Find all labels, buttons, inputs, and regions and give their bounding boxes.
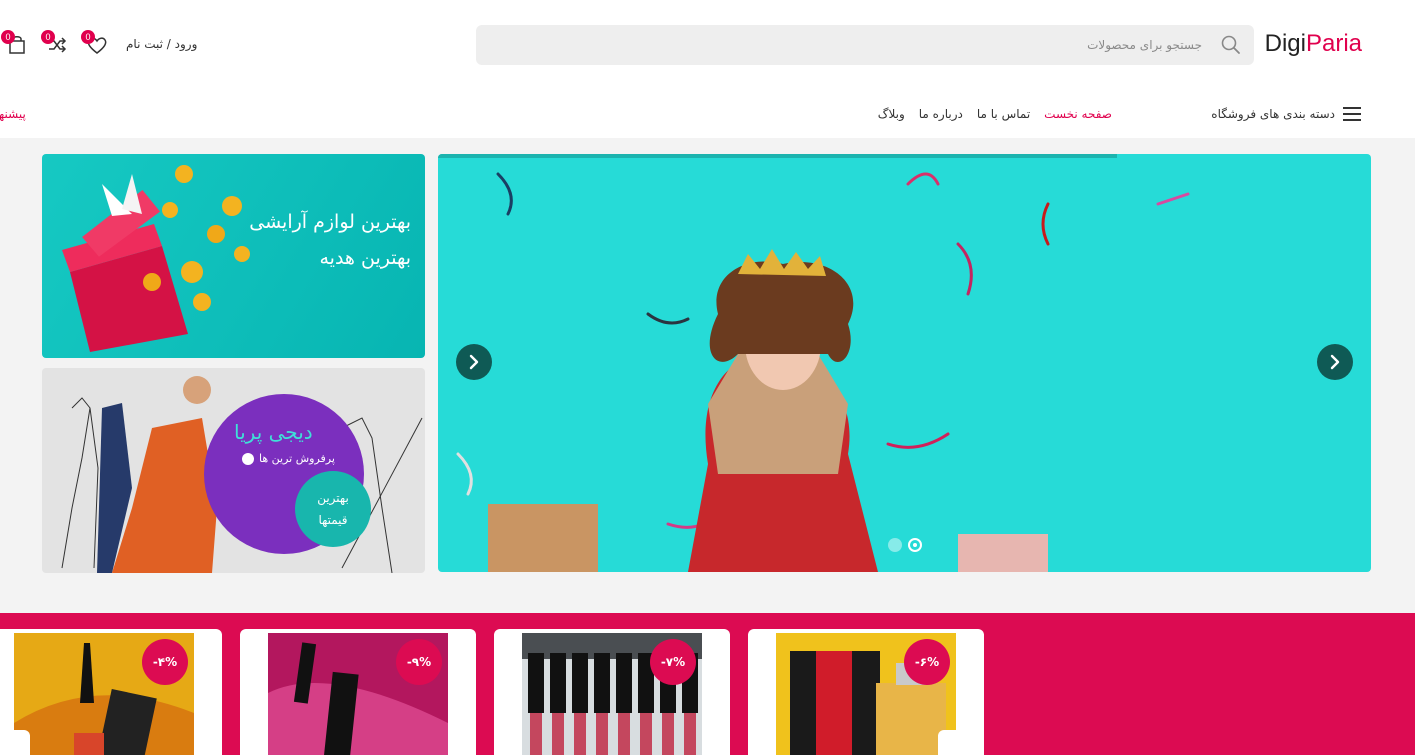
banner2-title: دیجی پریا <box>234 420 313 444</box>
search-input[interactable] <box>542 25 1202 65</box>
nav-link-offers[interactable]: پیشنهاد <box>0 107 26 121</box>
discount-badge: -۶% <box>904 639 950 685</box>
slider-dot-2[interactable] <box>908 538 922 552</box>
main-nav: دسته بندی های فروشگاه صفحه نخست تماس با … <box>0 90 1415 138</box>
chevron-right-icon <box>469 354 479 370</box>
categories-label: دسته بندی های فروشگاه <box>1211 107 1335 121</box>
banner2-price-badge: بهترین قیمتها <box>295 471 371 547</box>
chevron-left-icon <box>242 452 254 465</box>
nav-link-home[interactable]: صفحه نخست <box>1044 107 1112 121</box>
promo-banner-fashion[interactable]: دیجی پریا پرفروش ترین ها بهترین قیمتها <box>42 368 425 573</box>
main-slider[interactable] <box>438 154 1371 572</box>
site-header: DigiParia ورود / ثبت نام 0 0 <box>0 0 1415 90</box>
chevron-right-icon <box>1330 354 1340 370</box>
login-register-link[interactable]: ورود / ثبت نام <box>126 37 197 51</box>
nav-links: صفحه نخست تماس با ما درباره ما وبلاگ <box>878 107 1112 121</box>
logo-text-digi: Digi <box>1264 30 1306 57</box>
slider-pagination <box>888 538 922 552</box>
wishlist-count-badge: 0 <box>81 30 95 44</box>
discount-badge: -۷% <box>650 639 696 685</box>
banner2-badge-line1: بهترین <box>317 491 349 505</box>
banner2-subtitle: پرفروش ترین ها <box>242 452 335 465</box>
slider-next-button[interactable] <box>1317 344 1353 380</box>
special-offers-section: -۶% -۷% -۹% -۴% <box>0 613 1415 755</box>
slide-image <box>456 172 1190 572</box>
hamburger-icon <box>1343 107 1361 121</box>
slider-prev-button[interactable] <box>456 344 492 380</box>
nav-link-about[interactable]: درباره ما <box>919 107 963 121</box>
cart-count-badge: 0 <box>1 30 15 44</box>
slider-dot-1[interactable] <box>888 538 902 552</box>
nav-link-blog[interactable]: وبلاگ <box>878 107 905 121</box>
banner1-line2: بهترین هدیه <box>319 247 411 269</box>
product-card[interactable]: -۴% <box>0 629 222 755</box>
card-nav-prev[interactable] <box>0 730 30 755</box>
banner2-subtitle-text: پرفروش ترین ها <box>259 452 335 465</box>
search-box <box>476 25 1254 65</box>
cart-button[interactable]: 0 <box>1 30 30 58</box>
nav-link-contact[interactable]: تماس با ما <box>977 107 1030 121</box>
discount-badge: -۹% <box>396 639 442 685</box>
site-logo[interactable]: DigiParia <box>1265 30 1362 58</box>
compare-count-badge: 0 <box>41 30 55 44</box>
categories-menu-button[interactable]: دسته بندی های فروشگاه <box>1211 107 1361 121</box>
discount-badge: -۴% <box>142 639 188 685</box>
hero-section: بهترین لوازم آرایشی بهترین هدیه دیجی پری… <box>0 138 1415 613</box>
banner1-text: بهترین لوازم آرایشی بهترین هدیه <box>249 204 411 276</box>
compare-button[interactable]: 0 <box>41 30 70 58</box>
page: DigiParia ورود / ثبت نام 0 0 <box>0 0 1415 755</box>
product-card[interactable]: -۷% <box>494 629 730 755</box>
logo-text-paria: Paria <box>1305 30 1362 57</box>
banner2-badge-line2: قیمتها <box>318 513 348 527</box>
banner1-line1: بهترین لوازم آرایشی <box>249 211 411 233</box>
product-card[interactable]: -۹% <box>240 629 476 755</box>
promo-banner-gift[interactable]: بهترین لوازم آرایشی بهترین هدیه <box>42 154 425 358</box>
search-icon[interactable] <box>1220 34 1242 56</box>
card-nav-next[interactable] <box>938 730 984 755</box>
wishlist-button[interactable]: 0 <box>81 30 110 58</box>
